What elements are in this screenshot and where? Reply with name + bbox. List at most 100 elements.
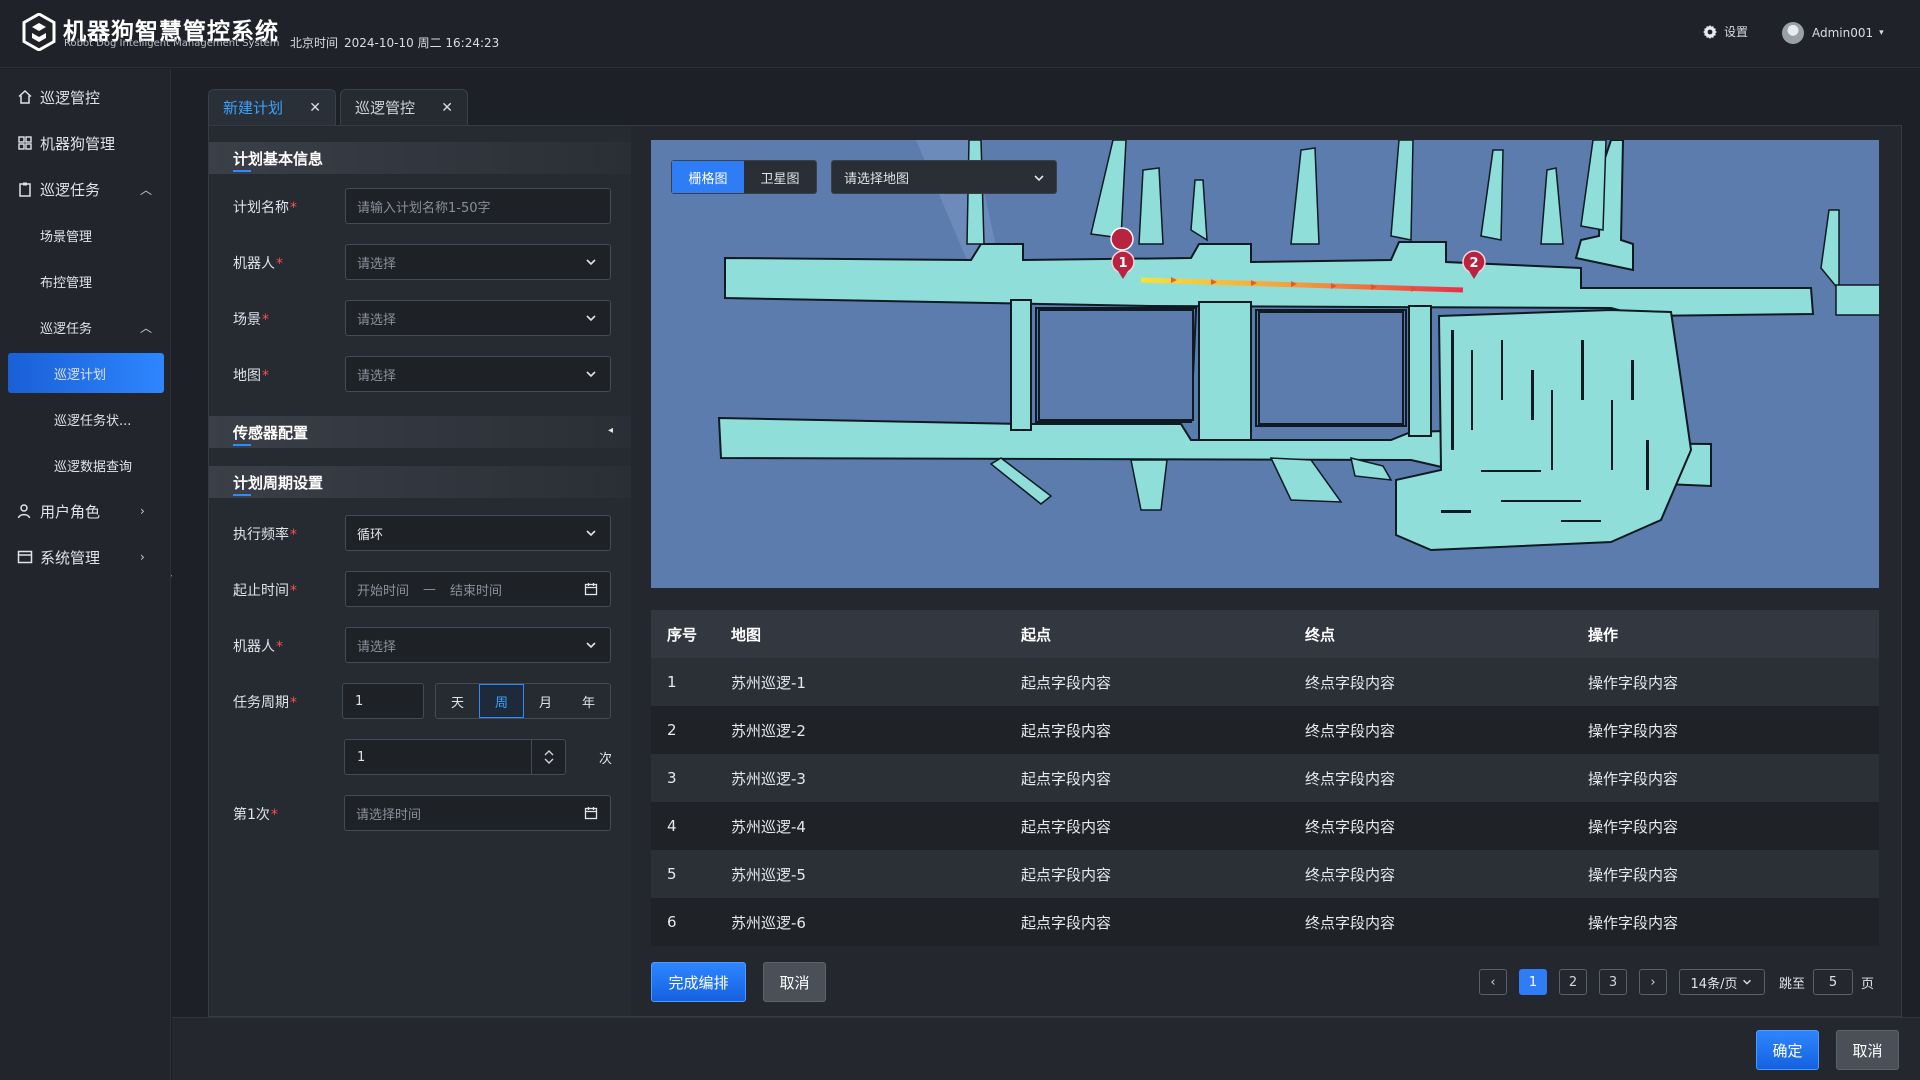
period-unit-week[interactable]: 周	[479, 684, 524, 718]
count-stepper[interactable]: 1	[344, 739, 566, 775]
tab-label: 新建计划	[223, 99, 284, 117]
avatar	[1782, 22, 1804, 44]
row-action[interactable]: 操作字段内容	[1588, 898, 1879, 946]
table-row[interactable]: 4 苏州巡逻-4 起点字段内容 终点字段内容 操作字段内容	[651, 802, 1879, 850]
map-mode-segment: 栅格图 卫星图	[671, 160, 817, 194]
period-unit-day[interactable]: 天	[436, 684, 479, 718]
clock: 北京时间 2024-10-10 周二 16:24:23	[290, 34, 505, 51]
caret-left-icon[interactable]: ◂	[608, 425, 613, 436]
period-unit-month[interactable]: 月	[524, 684, 567, 718]
next-page-button[interactable]: ›	[1639, 969, 1667, 995]
placeholder: 请选择	[357, 256, 397, 272]
marker-label: 1	[1118, 256, 1127, 271]
chevron-down-icon	[1034, 175, 1044, 182]
sidebar-item-patrol-control[interactable]: 巡逻管控	[0, 77, 171, 117]
close-icon[interactable]: ✕	[309, 100, 321, 116]
sidebar-item-patrol-plan[interactable]: 巡逻计划	[8, 353, 164, 393]
gear-icon	[1703, 24, 1717, 39]
map-picker-select[interactable]: 请选择地图	[831, 160, 1057, 194]
th-action: 操作	[1588, 625, 1619, 644]
table-row[interactable]: 1 苏州巡逻-1 起点字段内容 终点字段内容 操作字段内容	[651, 658, 1879, 706]
date-range-picker[interactable]: 开始时间 — 结束时间	[345, 571, 611, 607]
cancel-button[interactable]: 取消	[1836, 1030, 1899, 1070]
range-start: 开始时间	[357, 583, 410, 599]
first-time-picker[interactable]: 请选择时间	[344, 795, 611, 831]
chevron-up-icon: ︿	[140, 320, 153, 335]
plan-name-label: 计划名称*	[233, 200, 297, 216]
section-title: 计划周期设置	[233, 474, 324, 492]
app-subtitle: Robot Dog Intelligent Management System	[64, 38, 280, 49]
robot2-select[interactable]: 请选择	[345, 627, 611, 663]
robot-label: 机器人*	[233, 256, 283, 272]
scene-select[interactable]: 请选择	[345, 300, 611, 336]
chevron-right-icon: ›	[140, 504, 145, 518]
plan-editor-card: 计划基本信息 计划名称* 请输入计划名称1-50字 机器人* 请选择 场景* 请…	[208, 125, 1902, 1017]
table-row[interactable]: 5 苏州巡逻-5 起点字段内容 终点字段内容 操作字段内容	[651, 850, 1879, 898]
placeholder: 请选择	[357, 312, 397, 328]
period-input[interactable]: 1	[342, 683, 424, 719]
sidebar-item-robot-dog[interactable]: 机器狗管理	[0, 123, 171, 163]
finish-arrange-button[interactable]: 完成编排	[651, 962, 746, 1002]
confirm-button[interactable]: 确定	[1756, 1030, 1819, 1070]
th-start: 起点	[1021, 625, 1052, 644]
sidebar-item-label: 机器狗管理	[40, 134, 116, 153]
page-1-button[interactable]: 1	[1519, 969, 1547, 995]
chevron-down-icon[interactable]	[544, 757, 554, 765]
chevron-up-icon[interactable]	[544, 749, 554, 757]
plan-name-input[interactable]: 请输入计划名称1-50字	[345, 188, 611, 224]
row-action[interactable]: 操作字段内容	[1588, 754, 1879, 802]
sidebar-item-label: 巡逻任务	[40, 180, 101, 199]
section-sensor-config[interactable]: 传感器配置 ◂	[209, 416, 631, 448]
period-label: 任务周期*	[233, 695, 297, 711]
table-row[interactable]: 6 苏州巡逻-6 起点字段内容 终点字段内容 操作字段内容	[651, 898, 1879, 946]
logo-icon	[22, 13, 56, 51]
sidebar-item-label: 巡逻任务	[40, 321, 93, 337]
sidebar-item-label: 系统管理	[40, 548, 101, 567]
sidebar-item-data-query[interactable]: 巡逻数据查询	[0, 445, 171, 485]
map-canvas[interactable]: 1 2	[651, 140, 1879, 588]
sidebar-item-task-status[interactable]: 巡逻任务状...	[0, 399, 171, 439]
section-underline	[233, 444, 251, 446]
jump-page-input[interactable]: 5	[1813, 969, 1854, 995]
page-size-select[interactable]: 14条/页	[1679, 969, 1765, 995]
sidebar-item-system[interactable]: 系统管理 ›	[0, 537, 171, 577]
period-unit-year[interactable]: 年	[567, 684, 610, 718]
page-2-button[interactable]: 2	[1559, 969, 1587, 995]
user-menu[interactable]: Admin001 ▾	[1782, 22, 1884, 44]
settings-label: 设置	[1724, 25, 1749, 39]
grid-map[interactable]: 1 2 栅格图 卫星图 请选择地图	[651, 140, 1879, 588]
calendar-icon	[584, 583, 598, 596]
sidebar-item-scene[interactable]: 场景管理	[0, 215, 171, 255]
clock-value: 2024-10-10 周二 16:24:23	[344, 36, 500, 50]
row-action[interactable]: 操作字段内容	[1588, 850, 1879, 898]
robot-select[interactable]: 请选择	[345, 244, 611, 280]
table-row[interactable]: 2 苏州巡逻-2 起点字段内容 终点字段内容 操作字段内容	[651, 706, 1879, 754]
freq-select[interactable]: 循环	[345, 515, 611, 551]
section-period[interactable]: 计划周期设置	[209, 466, 631, 498]
map-mode-grid[interactable]: 栅格图	[672, 161, 744, 193]
row-action[interactable]: 操作字段内容	[1588, 706, 1879, 754]
close-icon[interactable]: ✕	[441, 100, 453, 116]
sidebar-item-patrol-task-sub[interactable]: 巡逻任务 ︿	[0, 307, 171, 347]
sidebar-item-deploy[interactable]: 布控管理	[0, 261, 171, 301]
map-select[interactable]: 请选择	[345, 356, 611, 392]
tab-new-plan[interactable]: 新建计划 ✕	[208, 89, 336, 125]
window-icon	[17, 550, 33, 564]
page-3-button[interactable]: 3	[1599, 969, 1627, 995]
table-row[interactable]: 3 苏州巡逻-3 起点字段内容 终点字段内容 操作字段内容	[651, 754, 1879, 802]
section-basic-info[interactable]: 计划基本信息	[209, 142, 631, 174]
sidebar-item-user-role[interactable]: 用户角色 ›	[0, 491, 171, 531]
section-title: 传感器配置	[233, 424, 309, 442]
map-controls: 栅格图 卫星图 请选择地图	[671, 160, 1057, 194]
prev-page-button[interactable]: ‹	[1479, 969, 1507, 995]
row-action[interactable]: 操作字段内容	[1588, 802, 1879, 850]
map-mode-satellite[interactable]: 卫星图	[744, 161, 816, 193]
chevron-down-icon	[1743, 979, 1752, 985]
stepper-buttons	[531, 740, 565, 774]
row-action[interactable]: 操作字段内容	[1588, 658, 1879, 706]
plan-form: 计划基本信息 计划名称* 请输入计划名称1-50字 机器人* 请选择 场景* 请…	[209, 126, 631, 1016]
cancel-arrange-button[interactable]: 取消	[763, 962, 826, 1002]
sidebar-item-patrol-task[interactable]: 巡逻任务 ︿	[0, 169, 171, 209]
settings-button[interactable]: 设置	[1702, 23, 1748, 40]
tab-patrol-control[interactable]: 巡逻管控 ✕	[340, 89, 468, 125]
